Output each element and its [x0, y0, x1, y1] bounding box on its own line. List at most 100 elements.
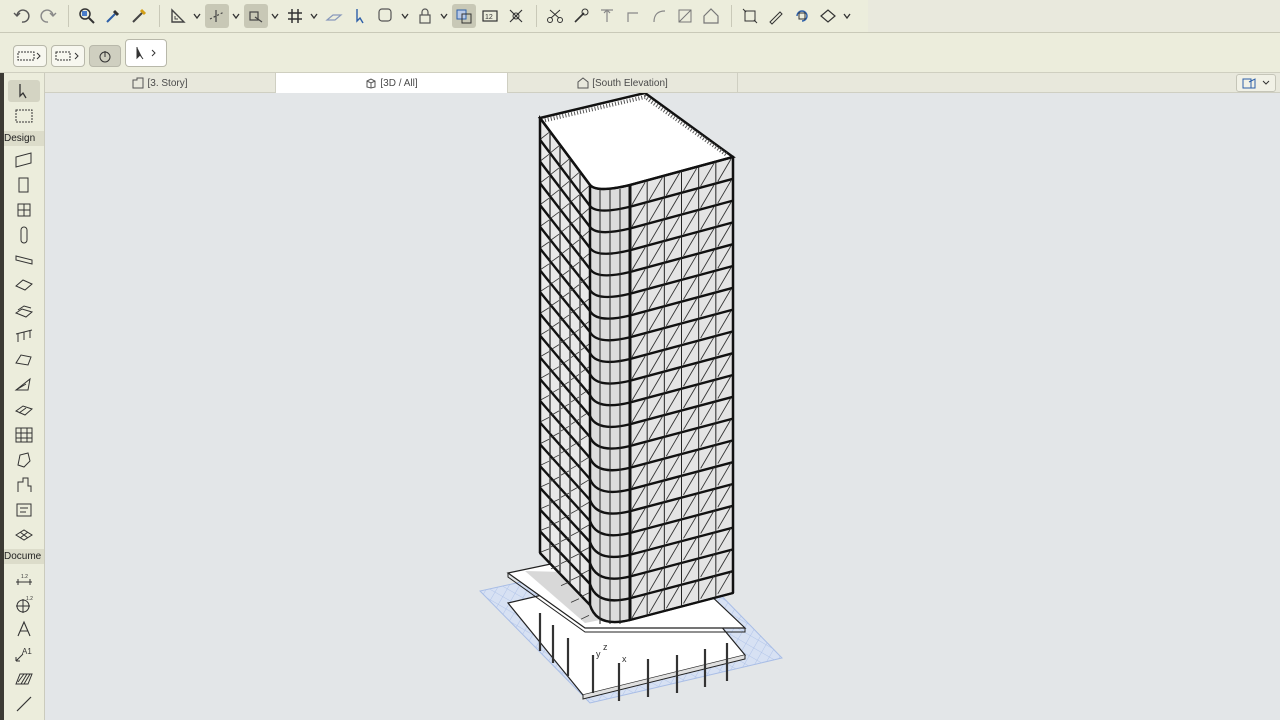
- navigator-button[interactable]: [1236, 74, 1276, 92]
- chevron-down-icon: [231, 13, 240, 20]
- gravity-icon: [249, 11, 263, 23]
- tab-south-elevation[interactable]: [South Elevation]: [508, 73, 738, 93]
- undo-icon: [13, 9, 30, 23]
- railing-icon: [15, 329, 33, 342]
- roof-tool[interactable]: [8, 349, 40, 371]
- railing-tool[interactable]: [8, 324, 40, 346]
- 3d-view-button[interactable]: [816, 4, 840, 28]
- marquee-settings-button[interactable]: [51, 45, 85, 67]
- window-tool[interactable]: [8, 199, 40, 221]
- 3d-viewport[interactable]: y z x: [45, 93, 1280, 720]
- group-button[interactable]: [374, 4, 398, 28]
- view-tab-bar: [3. Story] [3D / All] [South Elevation]: [45, 73, 1280, 93]
- magic-wand-button[interactable]: [569, 4, 593, 28]
- info-box: [0, 33, 1280, 73]
- chevron-down-icon: [439, 13, 448, 20]
- hand-button[interactable]: [89, 45, 121, 67]
- lock-button[interactable]: [413, 4, 437, 28]
- pointer-arrow-button[interactable]: [348, 4, 372, 28]
- zoom-extent-button[interactable]: [504, 4, 528, 28]
- grid-snap-dropdown[interactable]: [309, 4, 318, 28]
- rotate-icon: [796, 10, 808, 22]
- fill-tool[interactable]: [8, 668, 40, 690]
- layer-button[interactable]: [322, 4, 346, 28]
- set-square-button[interactable]: [166, 4, 190, 28]
- curve-button[interactable]: [647, 4, 671, 28]
- tab-3d[interactable]: [3D / All]: [276, 73, 508, 93]
- toolbox: Design Docume 1.2 1.2 A1: [0, 73, 45, 720]
- roof-button[interactable]: [699, 4, 723, 28]
- door-tool[interactable]: [8, 174, 40, 196]
- chevron-down-icon: [192, 13, 201, 20]
- arrow-tool[interactable]: [8, 80, 40, 102]
- terrain-mesh-tool[interactable]: [8, 524, 40, 546]
- morph-tool[interactable]: [8, 449, 40, 471]
- edit-pen-button[interactable]: [764, 4, 788, 28]
- column-tool[interactable]: [8, 224, 40, 246]
- stair-tool[interactable]: [8, 299, 40, 321]
- marquee-tool[interactable]: [8, 105, 40, 127]
- lock-dropdown[interactable]: [439, 4, 448, 28]
- shell-icon: [14, 377, 31, 391]
- tab-story[interactable]: [3. Story]: [45, 73, 276, 93]
- snap-guides-dropdown[interactable]: [231, 4, 240, 28]
- redo-icon: [40, 9, 57, 23]
- radial-dimension-tool[interactable]: 1.2: [8, 593, 40, 615]
- eyedropper-icon: [106, 9, 120, 23]
- gravity-button[interactable]: [244, 4, 268, 28]
- column-icon: [20, 226, 28, 244]
- trace-icon: [456, 9, 472, 24]
- line-tool[interactable]: [8, 693, 40, 715]
- text-tool[interactable]: [8, 618, 40, 640]
- navigator-icon: [1242, 78, 1270, 89]
- beam-tool[interactable]: [8, 249, 40, 271]
- group-dropdown[interactable]: [400, 4, 409, 28]
- zone-tool[interactable]: [8, 499, 40, 521]
- toolbox-group-design[interactable]: Design: [4, 131, 44, 146]
- mesh-tool[interactable]: [8, 399, 40, 421]
- grid-snap-button[interactable]: [283, 4, 307, 28]
- dimension-icon: 1.2: [16, 574, 32, 585]
- wall-settings-button[interactable]: [13, 45, 47, 67]
- eyedropper-button[interactable]: [101, 4, 125, 28]
- curtain-wall-tool[interactable]: [8, 424, 40, 446]
- set-square-dropdown[interactable]: [192, 4, 201, 28]
- grid-snap-icon: [288, 9, 302, 23]
- elevation-icon: [577, 77, 589, 89]
- toolbox-group-document[interactable]: Docume: [4, 549, 44, 564]
- building-3d-model: y z x: [479, 93, 783, 704]
- axis-z-label: z: [603, 642, 608, 652]
- fillet-button[interactable]: [621, 4, 645, 28]
- gravity-dropdown[interactable]: [270, 4, 279, 28]
- arrow-tool-button[interactable]: [125, 39, 167, 67]
- roof-icon: [703, 8, 719, 24]
- svg-text:12: 12: [485, 14, 493, 21]
- elevate-button[interactable]: [595, 4, 619, 28]
- syringe-button[interactable]: [127, 4, 151, 28]
- label-tool[interactable]: A1: [8, 643, 40, 665]
- chevron-down-icon: [400, 13, 409, 20]
- mesh-icon: [14, 405, 33, 416]
- measure-button[interactable]: 12: [478, 4, 502, 28]
- label-icon: A1: [15, 647, 32, 662]
- shell-tool[interactable]: [8, 374, 40, 396]
- 3d-view-dropdown[interactable]: [842, 4, 851, 28]
- rotate-button[interactable]: [790, 4, 814, 28]
- split-button[interactable]: [673, 4, 697, 28]
- trace-button[interactable]: [452, 4, 476, 28]
- pointer-arrow-icon: [356, 9, 364, 24]
- find-select-icon: [79, 8, 95, 24]
- resize-button[interactable]: [738, 4, 762, 28]
- dimension-tool[interactable]: 1.2: [8, 568, 40, 590]
- wall-tool[interactable]: [8, 149, 40, 171]
- terrain-icon: [15, 529, 33, 541]
- object-tool[interactable]: [8, 474, 40, 496]
- slab-tool[interactable]: [8, 274, 40, 296]
- find-select-button[interactable]: [75, 4, 99, 28]
- layer-icon: [325, 14, 343, 21]
- toolbar-separator: [159, 5, 160, 27]
- snap-guides-button[interactable]: [205, 4, 229, 28]
- cut-button[interactable]: [543, 4, 567, 28]
- redo-button[interactable]: [36, 4, 60, 28]
- undo-button[interactable]: [10, 4, 34, 28]
